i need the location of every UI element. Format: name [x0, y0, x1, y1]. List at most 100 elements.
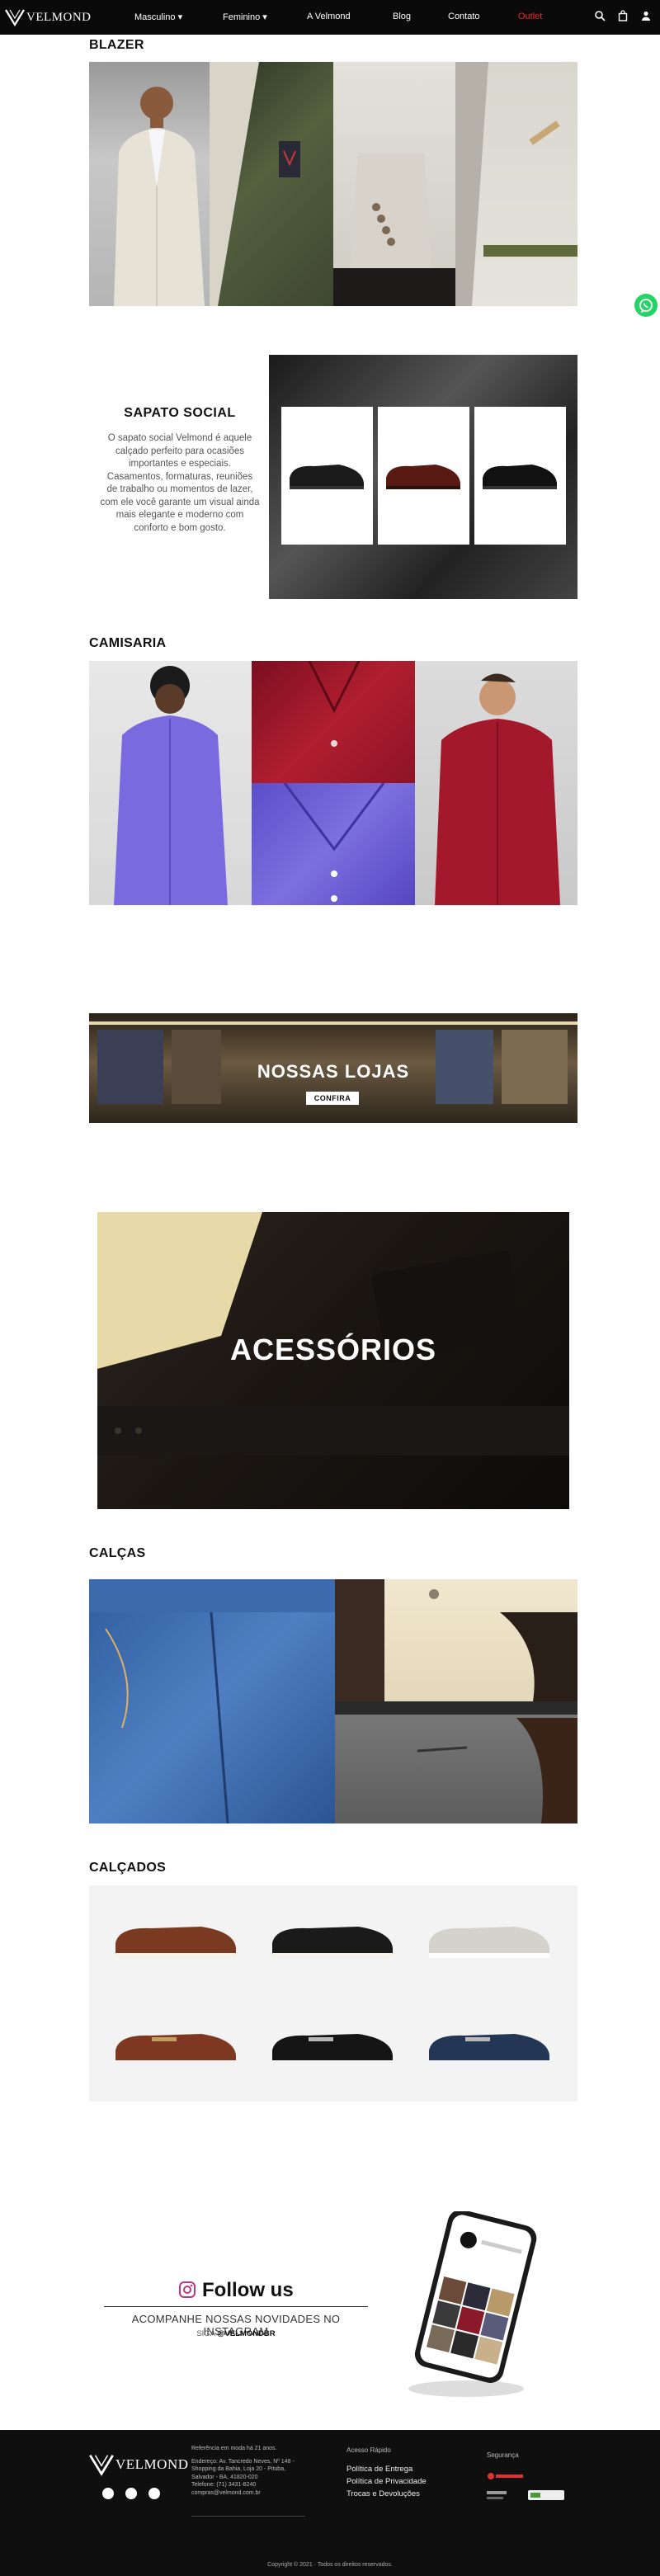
desc-line: com ele você garante um visual ainda	[100, 497, 260, 507]
calcas-photo-beige[interactable]	[335, 1579, 578, 1701]
whatsapp-button[interactable]	[634, 294, 658, 317]
purple-shirt-collar	[283, 783, 385, 902]
footer-logo[interactable]: VELMOND	[89, 2453, 189, 2476]
shoe-card-brown[interactable]	[378, 407, 469, 545]
siga-label: SIGA	[196, 2329, 215, 2338]
nav-item-contato[interactable]: Contato	[448, 12, 480, 21]
copyright-text: Copyright © 2021 · Todos os direitos res…	[267, 2562, 393, 2568]
nav-item-outlet[interactable]: Outlet	[518, 12, 542, 21]
dress-shoe-image	[290, 465, 364, 489]
sapato-social-description: O sapato social Velmond é aquele calçado…	[96, 432, 264, 535]
nav-item-feminino[interactable]: Feminino ▾	[223, 12, 267, 22]
acessorios-title: ACESSÓRIOS	[229, 1333, 437, 1366]
desc-line: importantes e especiais.	[128, 459, 231, 469]
blazer-pocket-detail	[455, 62, 578, 306]
facebook-icon[interactable]	[102, 2488, 114, 2499]
loafer-black-2[interactable]	[267, 2017, 399, 2075]
nossas-lojas-title: NOSSAS LOJAS	[257, 1061, 410, 1082]
dress-shoe-image	[483, 465, 557, 489]
info-line: Referência em moda há 21 anos.	[191, 2446, 277, 2451]
section-title-calcas: CALÇAS	[89, 1546, 146, 1560]
user-icon[interactable]	[640, 10, 652, 21]
desc-line: O sapato social Velmond é aquele	[107, 433, 252, 443]
velmond-v-icon	[5, 9, 25, 26]
loafer-grey-1[interactable]	[424, 1910, 556, 1968]
security-badge-1	[487, 2471, 525, 2483]
blazer-photo-sleeve[interactable]	[333, 62, 455, 306]
footer-link-entrega[interactable]: Política de Entrega	[346, 2465, 412, 2474]
calcados-grid	[89, 1885, 578, 2102]
jeans-image	[89, 1579, 335, 1823]
instagram-icon	[179, 2281, 196, 2298]
brand-logo[interactable]: VELMOND	[5, 8, 92, 26]
blazer-photo-pocket[interactable]	[455, 62, 578, 306]
footer-link-privacidade[interactable]: Política de Privacidade	[346, 2477, 427, 2486]
nav-icons	[594, 10, 652, 21]
blazer-sleeve-buttons	[333, 153, 455, 306]
nav-item-blog[interactable]: Blog	[393, 12, 411, 21]
footer-link-trocas[interactable]: Trocas e Devoluções	[346, 2489, 420, 2498]
calcas-photo-jeans[interactable]	[89, 1579, 335, 1823]
section-title-calcados: CALÇADOS	[89, 1861, 167, 1875]
youtube-icon[interactable]	[148, 2488, 160, 2499]
whatsapp-icon	[639, 299, 653, 313]
instagram-phone-mockup	[396, 2209, 553, 2401]
instagram-handle[interactable]: @VELMONDBR	[217, 2329, 276, 2338]
desc-line: Casamentos, formaturas, reuniões	[106, 471, 253, 482]
shoe-card-black[interactable]	[281, 407, 373, 545]
acessorios-banner[interactable]: ACESSÓRIOS	[97, 1212, 569, 1509]
shoe-card-black-2[interactable]	[474, 407, 566, 545]
loafer-navy-2[interactable]	[424, 2017, 556, 2075]
blazer-photo-model[interactable]	[89, 62, 210, 306]
camisaria-photo-red-detail[interactable]	[252, 661, 415, 783]
section-title-blazer: BLAZER	[89, 38, 144, 52]
calcas-photo-grey[interactable]	[335, 1701, 578, 1823]
nav-item-a-velmond[interactable]: A Velmond	[307, 12, 351, 21]
footer-divider	[191, 2516, 305, 2517]
info-line: Salvador - BA, 41820-020	[191, 2474, 258, 2480]
camisaria-photo-purple-model[interactable]	[89, 661, 252, 905]
phone-image	[408, 2209, 537, 2397]
google-safe-browsing-icon	[487, 2491, 507, 2499]
follow-us-label: Follow us	[202, 2279, 294, 2301]
camisaria-photo-purple-detail[interactable]	[252, 783, 415, 905]
follow-divider	[104, 2306, 368, 2307]
section-title-camisaria: CAMISARIA	[89, 636, 167, 650]
desc-line: conforto e bom gosto.	[134, 522, 226, 533]
blazer-lining-detail	[210, 62, 300, 306]
security-badge-3	[528, 2489, 566, 2503]
red-shirt-collar	[308, 661, 361, 747]
info-line: Telefone: (71) 3431-8240	[191, 2482, 257, 2488]
blazer-model-figure	[114, 87, 205, 306]
nossas-lojas-banner[interactable]: NOSSAS LOJAS CONFIRA	[89, 1013, 578, 1123]
footer-social-links	[102, 2488, 160, 2499]
footer-info: Referência em moda há 21 anos. Endereço:…	[191, 2445, 307, 2497]
instagram-follow[interactable]: Follow us	[104, 2279, 368, 2302]
footer-acesso-title: Acesso Rápido	[346, 2446, 391, 2454]
camisaria-photo-red-model[interactable]	[415, 661, 578, 905]
instagram-handle-line[interactable]: SIGA @VELMONDBR	[104, 2329, 368, 2338]
top-navbar: VELMOND Masculino ▾ Feminino ▾ A Velmond…	[0, 0, 660, 35]
loafer-brown-1[interactable]	[111, 1910, 243, 1968]
desc-line: de trabalho ou momentos de lazer,	[106, 484, 253, 494]
blazer-photo-lining[interactable]	[210, 62, 333, 306]
grey-trousers-image	[335, 1701, 578, 1823]
info-line: Endereço: Av. Tancredo Neves, Nº 148 -	[191, 2458, 295, 2465]
shirt-model-figure-2	[435, 673, 560, 905]
loafer-brown-2[interactable]	[111, 2017, 243, 2075]
nav-item-masculino[interactable]: Masculino ▾	[134, 12, 182, 22]
confira-button[interactable]: CONFIRA	[306, 1092, 359, 1105]
brand-name: VELMOND	[26, 10, 92, 24]
beige-chinos-image	[335, 1579, 578, 1701]
desc-line: calçado perfeito para ocasiões	[116, 446, 244, 456]
bag-icon[interactable]	[617, 10, 629, 21]
desc-line: mais elegante e moderno com	[116, 510, 244, 520]
security-badge-2	[487, 2489, 525, 2504]
sapato-social-title: SAPATO SOCIAL	[124, 406, 236, 420]
loafer-black-1[interactable]	[267, 1910, 399, 1968]
info-line: compras@velmond.com.br	[191, 2489, 261, 2496]
footer-brand-name: VELMOND	[116, 2456, 189, 2472]
velmond-v-icon	[89, 2455, 114, 2476]
search-icon[interactable]	[594, 10, 606, 21]
instagram-icon[interactable]	[125, 2488, 137, 2499]
